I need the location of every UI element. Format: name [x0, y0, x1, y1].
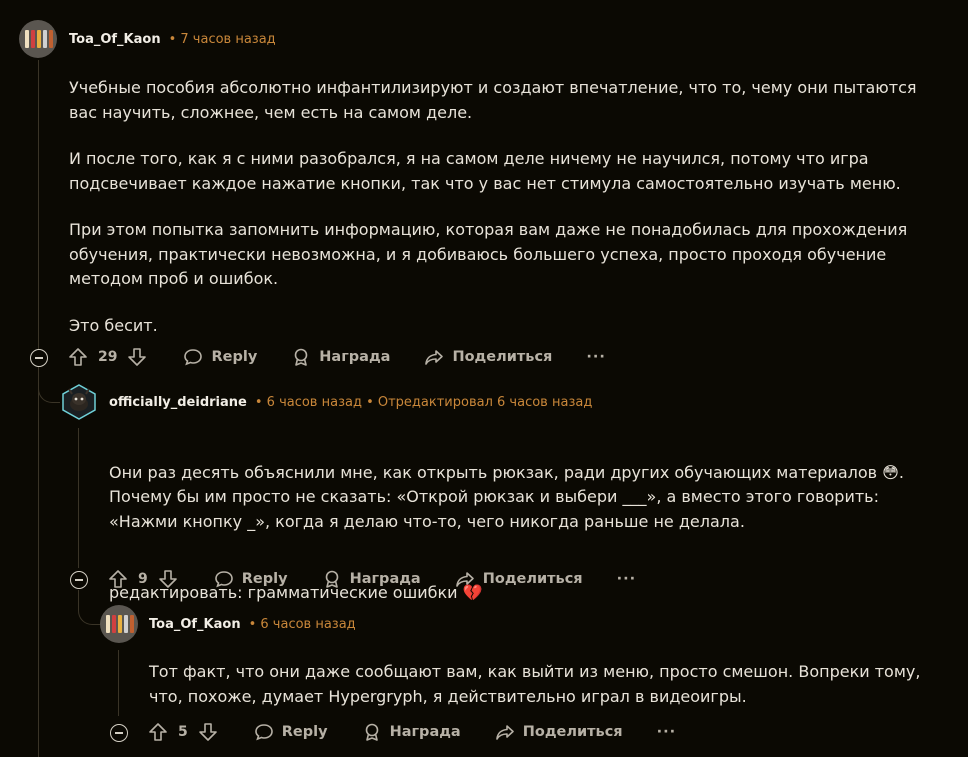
avatar-art — [25, 30, 53, 48]
share-icon — [455, 572, 474, 587]
comment-header: Toa_Of_Kaon • 6 часов назад — [149, 617, 356, 632]
collapse-icon[interactable] — [30, 349, 48, 367]
award-label: Награда — [319, 349, 391, 365]
reply-label: Reply — [241, 571, 288, 587]
share-label: Поделиться — [452, 349, 553, 365]
thread-line-level2 — [78, 428, 79, 568]
share-icon — [425, 350, 444, 365]
more-icon[interactable]: ··· — [657, 724, 677, 740]
comment-paragraph: При этом попытка запомнить информацию, к… — [69, 220, 908, 288]
downvote-icon[interactable] — [158, 569, 178, 589]
award-button[interactable]: Награда — [291, 347, 390, 367]
comment-header: officially_deidriane • 6 часов назад • О… — [109, 395, 592, 410]
comment-actions: 29 Reply Награда Поделиться ··· — [68, 347, 606, 367]
award-label: Награда — [349, 571, 421, 587]
avatar-art — [62, 384, 96, 420]
award-icon — [325, 570, 338, 588]
share-label: Поделиться — [522, 724, 623, 740]
comment-body: Тот факт, что они даже сообщают вам, как… — [149, 660, 939, 731]
comment-paragraph: Учебные пособия абсолютно инфантилизирую… — [69, 78, 917, 122]
collapse-icon[interactable] — [70, 571, 88, 589]
avatar[interactable] — [19, 20, 57, 58]
reply-button[interactable]: Reply — [254, 722, 328, 742]
vote-control: 9 — [108, 569, 178, 589]
award-label: Награда — [389, 724, 461, 740]
vote-count: 5 — [178, 724, 188, 740]
comment-paragraph: И после того, как я с ними разобрался, я… — [69, 149, 901, 193]
thread-line-level3 — [118, 650, 119, 716]
downvote-icon[interactable] — [198, 722, 218, 742]
share-label: Поделиться — [482, 571, 583, 587]
comment-body: Учебные пособия абсолютно инфантилизирую… — [69, 76, 939, 360]
avatar[interactable] — [100, 605, 138, 643]
comment-timestamp: • 7 часов назад — [168, 32, 276, 47]
award-button[interactable]: Награда — [362, 722, 461, 742]
share-button[interactable]: Поделиться — [424, 347, 552, 367]
vote-control: 5 — [148, 722, 218, 742]
upvote-icon[interactable] — [108, 569, 128, 589]
avatar-art — [106, 615, 134, 633]
downvote-icon[interactable] — [127, 347, 147, 367]
reply-label: Reply — [211, 349, 258, 365]
upvote-icon[interactable] — [68, 347, 88, 367]
collapse-icon[interactable] — [110, 724, 128, 742]
share-icon — [495, 725, 514, 740]
comment-header: Toa_Of_Kaon • 7 часов назад — [69, 32, 276, 47]
comment-paragraph: Они раз десять объяснили мне, как открыт… — [109, 462, 904, 531]
reply-icon — [184, 349, 203, 366]
share-button[interactable]: Поделиться — [495, 722, 623, 742]
author-name[interactable]: officially_deidriane — [109, 395, 247, 410]
upvote-icon[interactable] — [148, 722, 168, 742]
comment-timestamp: • 6 часов назад • Отредактировал 6 часов… — [254, 395, 593, 410]
reply-button[interactable]: Reply — [183, 347, 257, 367]
share-button[interactable]: Поделиться — [455, 569, 583, 589]
award-icon — [365, 723, 378, 741]
vote-count: 9 — [138, 571, 148, 587]
vote-control: 29 — [68, 347, 147, 367]
comment-actions: 9 Reply Награда Поделиться ··· — [108, 569, 636, 589]
comment-paragraph: Это бесит. — [69, 315, 158, 335]
more-icon[interactable]: ··· — [586, 349, 606, 365]
thread-elbow-1 — [38, 368, 61, 403]
reply-button[interactable]: Reply — [214, 569, 288, 589]
more-icon[interactable]: ··· — [617, 571, 637, 587]
reply-icon — [214, 571, 233, 588]
author-name[interactable]: Toa_Of_Kaon — [149, 617, 241, 632]
reply-icon — [254, 724, 273, 741]
award-button[interactable]: Награда — [322, 569, 421, 589]
thread-line-level1 — [38, 60, 39, 757]
reply-label: Reply — [281, 724, 328, 740]
comment-paragraph: Тот факт, что они даже сообщают вам, как… — [149, 662, 921, 706]
avatar[interactable] — [60, 383, 98, 421]
comment-actions: 5 Reply Награда Поделиться ··· — [148, 722, 676, 742]
award-icon — [294, 348, 308, 366]
author-name[interactable]: Toa_Of_Kaon — [69, 32, 161, 47]
comment-timestamp: • 6 часов назад — [248, 617, 356, 632]
vote-count: 29 — [98, 349, 118, 365]
thread-elbow-2 — [78, 590, 101, 625]
